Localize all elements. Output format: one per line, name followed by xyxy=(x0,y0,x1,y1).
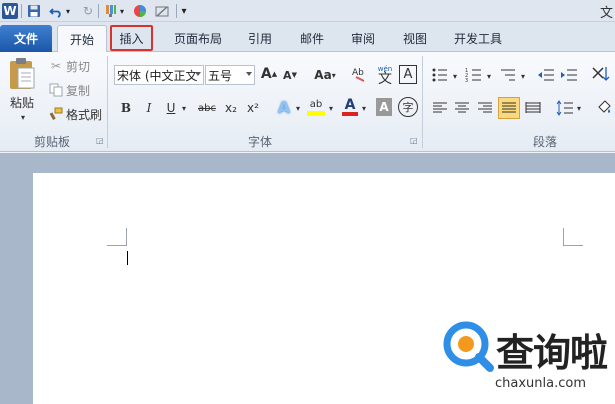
color-wheel-icon[interactable] xyxy=(132,3,148,19)
decrease-indent-icon[interactable] xyxy=(536,66,556,84)
bullets-icon[interactable] xyxy=(430,66,452,84)
magnifier-logo-icon xyxy=(443,321,494,372)
tab-review[interactable]: 审阅 xyxy=(343,27,383,49)
numbering-icon[interactable]: 123 xyxy=(464,66,486,84)
watermark-brand: 查询啦 xyxy=(496,331,608,375)
undo-icon[interactable] xyxy=(48,3,64,19)
customize-qat-icon[interactable]: ▾ xyxy=(179,3,189,19)
margin-corner-top-right xyxy=(563,228,583,246)
tab-home[interactable]: 开始 xyxy=(57,25,107,53)
underline-button[interactable]: U xyxy=(162,98,180,118)
paste-icon[interactable] xyxy=(6,56,38,92)
grow-font-icon[interactable]: A ▲ xyxy=(260,64,278,84)
text-effects-icon[interactable]: A xyxy=(274,96,294,118)
clear-format-icon[interactable]: Ab xyxy=(348,64,370,84)
font-color-dropdown-icon[interactable]: ▾ xyxy=(360,102,368,114)
font-size-value: 五号 xyxy=(208,68,233,83)
increase-indent-icon[interactable] xyxy=(559,66,579,84)
font-size-dropdown-icon[interactable] xyxy=(246,72,252,76)
watermark: 查询啦 chaxunla.com xyxy=(442,320,614,404)
tab-view[interactable]: 视图 xyxy=(395,27,435,49)
clipboard-group-label: 剪贴板 xyxy=(33,135,70,149)
character-border-icon[interactable]: A xyxy=(399,65,417,84)
bold-button[interactable]: B xyxy=(117,98,135,118)
align-right-icon[interactable] xyxy=(475,98,495,118)
redo-icon[interactable]: ↻ xyxy=(80,3,96,19)
shrink-font-icon[interactable]: A ▼ xyxy=(281,66,299,84)
numbering-dropdown-icon[interactable]: ▾ xyxy=(485,70,493,82)
save-icon[interactable] xyxy=(26,3,42,19)
font-group-label: 字体 xyxy=(247,135,272,149)
ribbon: 粘贴 ▾ ✂ 剪切 复制 格式刷 剪贴板 ◲ 宋体 (中文正文 五号 A ▲ A ▼… xyxy=(0,52,615,152)
qat-separator xyxy=(21,4,22,18)
justify-icon[interactable] xyxy=(498,97,520,119)
character-shading-icon[interactable]: A xyxy=(376,98,392,116)
tab-developer[interactable]: 开发工具 xyxy=(446,27,510,49)
font-name-dropdown-icon[interactable] xyxy=(195,72,201,76)
line-spacing-dropdown-icon[interactable]: ▾ xyxy=(575,102,583,114)
highlight-icon[interactable]: ab xyxy=(305,96,327,118)
format-painter-label[interactable]: 格式刷 xyxy=(66,106,102,122)
group-separator xyxy=(107,56,108,148)
cut-icon[interactable]: ✂ xyxy=(48,58,64,74)
tab-page-layout[interactable]: 页面布局 xyxy=(168,27,228,49)
subscript-button[interactable]: x₂ xyxy=(222,98,240,118)
font-name-combo[interactable]: 宋体 (中文正文 xyxy=(114,65,204,85)
qat-dropdown-icon[interactable]: ▾ xyxy=(118,3,126,19)
font-name-value: 宋体 (中文正文 xyxy=(117,68,198,83)
svg-text:Ab: Ab xyxy=(352,68,364,78)
font-launcher-icon[interactable]: ◲ xyxy=(410,136,418,145)
cut-label[interactable]: 剪切 xyxy=(66,58,90,74)
sort-icon[interactable] xyxy=(589,64,611,84)
align-left-icon[interactable] xyxy=(430,98,450,118)
paste-label[interactable]: 粘贴 xyxy=(10,94,34,110)
paste-dropdown-icon[interactable]: ▾ xyxy=(18,112,28,122)
format-painter-icon[interactable] xyxy=(48,106,64,122)
word-app-icon[interactable]: W xyxy=(2,3,18,19)
highlight-dropdown-icon[interactable]: ▾ xyxy=(327,102,335,114)
strikethrough-button[interactable]: abc xyxy=(196,98,218,118)
svg-text:3: 3 xyxy=(465,78,468,83)
align-center-icon[interactable] xyxy=(452,98,472,118)
multilevel-list-icon[interactable] xyxy=(498,66,520,84)
multilevel-dropdown-icon[interactable]: ▾ xyxy=(519,70,527,82)
change-case-icon[interactable]: Aa ▾ xyxy=(312,65,338,85)
italic-button[interactable]: I xyxy=(140,98,158,118)
copy-icon[interactable] xyxy=(48,82,64,98)
format-painter-qat-icon[interactable] xyxy=(103,3,119,19)
ribbon-tabs: 文件 开始 插入 页面布局 引用 邮件 审阅 视图 开发工具 xyxy=(0,22,615,53)
font-size-combo[interactable]: 五号 xyxy=(205,65,255,85)
draw-icon[interactable] xyxy=(154,3,170,19)
tab-insert[interactable]: 插入 xyxy=(110,25,153,51)
undo-dropdown-icon[interactable]: ▾ xyxy=(64,3,72,19)
underline-dropdown-icon[interactable]: ▾ xyxy=(180,102,188,114)
paragraph-group-label: 段落 xyxy=(532,135,557,149)
superscript-button[interactable]: x² xyxy=(244,98,262,118)
group-separator xyxy=(422,56,423,148)
bullets-dropdown-icon[interactable]: ▾ xyxy=(451,70,459,82)
text-effects-dropdown-icon[interactable]: ▾ xyxy=(294,102,302,114)
tab-file[interactable]: 文件 xyxy=(0,25,52,52)
shading-icon[interactable] xyxy=(594,96,614,118)
tab-mailings[interactable]: 邮件 xyxy=(292,27,332,49)
clipboard-launcher-icon[interactable]: ◲ xyxy=(96,136,104,145)
phonetic-guide-icon[interactable]: wén 文 xyxy=(374,62,396,86)
qat-separator xyxy=(176,4,177,18)
qat-separator xyxy=(98,4,99,18)
copy-label[interactable]: 复制 xyxy=(66,82,90,98)
line-spacing-icon[interactable] xyxy=(555,98,575,118)
enclose-characters-icon[interactable]: 字 xyxy=(398,97,418,117)
watermark-url: chaxunla.com xyxy=(495,376,586,391)
quick-access-toolbar: W ▾ ↻ ▾ ▾ 文 xyxy=(0,0,615,22)
text-cursor xyxy=(127,251,128,265)
window-title: 文 xyxy=(599,6,613,21)
distributed-icon[interactable] xyxy=(523,98,543,118)
margin-corner-top-left xyxy=(107,228,127,246)
font-color-icon[interactable]: A xyxy=(340,96,360,118)
tab-references[interactable]: 引用 xyxy=(240,27,280,49)
